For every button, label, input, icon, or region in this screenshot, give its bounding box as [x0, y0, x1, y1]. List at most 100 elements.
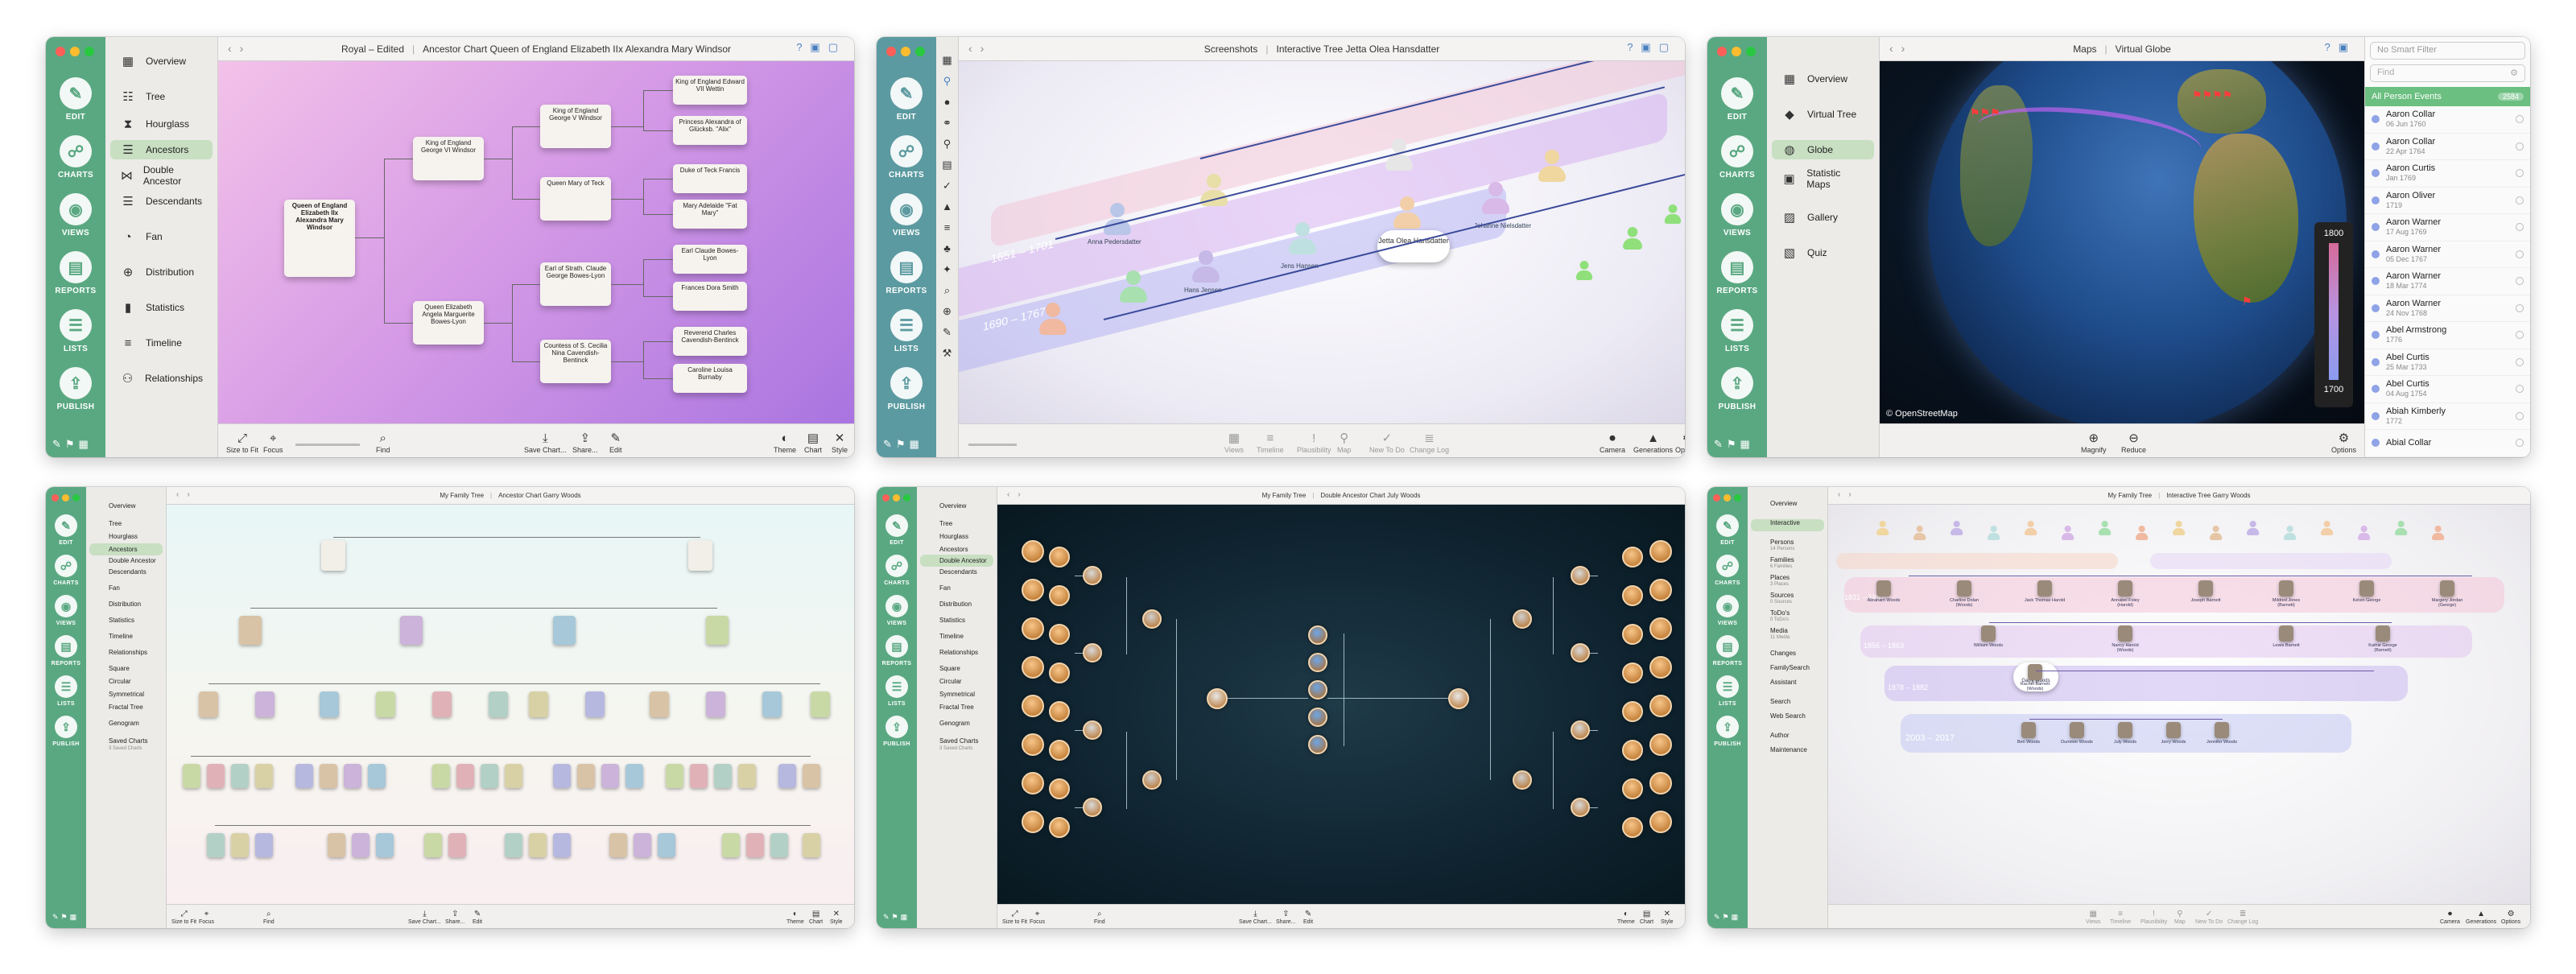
menu-item-genogram[interactable]: Genogram [89, 717, 163, 729]
change-log-button[interactable]: ≣ Change Log [1410, 431, 1449, 454]
person-card[interactable] [352, 833, 369, 857]
person-pawn[interactable] [1876, 521, 1889, 535]
chart-button[interactable]: ▤ Chart [804, 431, 822, 454]
toggle-circle-icon[interactable] [2516, 411, 2524, 420]
person-node[interactable] [1571, 643, 1590, 662]
theme-button[interactable]: ◐ Theme [1617, 910, 1635, 925]
person-list-row[interactable]: Aaron Warner 18 Mar 1774 [2365, 268, 2530, 295]
rail-views-button[interactable]: ◉ VIEWS [46, 193, 105, 237]
size-to-fit-button[interactable]: ⤢ Size to Fit [171, 910, 196, 925]
options-button[interactable]: ⚙Options [2501, 910, 2520, 925]
person-node[interactable] [1083, 643, 1102, 662]
traffic-lights[interactable] [52, 494, 80, 501]
rail-bottom-icons[interactable]: ✎⚑▦ [52, 913, 79, 922]
rail-bottom-icons[interactable]: ✎⚑▦ [52, 438, 93, 451]
person-card[interactable] [400, 616, 423, 645]
menu-item-timeline[interactable]: ≡ Timeline [110, 333, 213, 353]
menu-item-interactive[interactable]: Interactive [1751, 519, 1824, 531]
event-pin[interactable]: ⚑⚑⚑ [1970, 106, 2000, 120]
toggle-circle-icon[interactable] [2516, 303, 2524, 312]
menu-item-families[interactable]: Families 6 Families [1751, 556, 1824, 572]
menu-item-web-search[interactable]: Web Search [1751, 712, 1824, 724]
person-pawn[interactable] [1951, 521, 1963, 535]
place-icon[interactable]: ⚲ [936, 134, 958, 155]
rail-edit-button[interactable]: ✎ EDIT [877, 77, 936, 122]
views-button[interactable]: ▦ Views [1224, 431, 1244, 454]
person-card[interactable] [448, 833, 466, 857]
menu-item-sources[interactable]: Sources 0 Sources [1751, 592, 1824, 608]
rail-lists-button[interactable]: ☰ LISTS [877, 675, 917, 707]
menu-item-fractal-tree[interactable]: Fractal Tree [89, 701, 163, 713]
rail-lists-button[interactable]: ☰ LISTS [46, 309, 105, 353]
rail-views-button[interactable]: ◉ VIEWS [877, 595, 917, 626]
rail-reports-button[interactable]: ▤ REPORTS [46, 251, 105, 295]
person-node[interactable] [1207, 688, 1228, 709]
toggle-circle-icon[interactable] [2516, 357, 2524, 366]
person-card[interactable] [183, 764, 200, 788]
person-card[interactable] [666, 764, 683, 788]
toggle-circle-icon[interactable] [2516, 250, 2524, 258]
person-node[interactable] [1622, 701, 1643, 722]
timeline-button[interactable]: ≡ Timeline [2110, 910, 2131, 925]
menu-item-overview[interactable]: Overview [1751, 500, 1824, 512]
person-pawn[interactable] [2358, 526, 2371, 540]
great-grandparent-card[interactable]: Duke of Teck Francis [673, 164, 747, 193]
menu-item-hourglass[interactable]: Hourglass [920, 530, 993, 543]
person-node[interactable] [1022, 540, 1044, 563]
traffic-lights[interactable] [56, 47, 94, 56]
event-pin[interactable]: ⚑⚑⚑⚑ [2192, 89, 2232, 102]
plausibility-button[interactable]: ! Plausibility [2140, 910, 2167, 925]
great-grandparent-card[interactable]: Caroline Louisa Burnaby [673, 364, 747, 393]
gear-icon[interactable]: ⚙ [2510, 68, 2518, 79]
person-node[interactable] [1083, 798, 1102, 817]
menu-item-quiz[interactable]: ▧ Quiz [1772, 243, 1874, 262]
person-card[interactable] [231, 764, 249, 788]
menu-item-fan[interactable]: Fan [89, 582, 163, 594]
person-pawn[interactable] [1120, 270, 1147, 303]
person-card[interactable] [505, 833, 522, 857]
toggle-circle-icon[interactable] [2516, 331, 2524, 340]
size-to-fit-button[interactable]: ⤢ Size to Fit [226, 431, 258, 454]
menu-item-relationships[interactable]: Relationships [89, 646, 163, 658]
rail-publish-button[interactable]: ⇪ PUBLISH [877, 367, 936, 411]
person-node[interactable] [1049, 817, 1070, 838]
new-todo-button[interactable]: ✓ New To Do [1369, 431, 1405, 454]
person-pawn[interactable] [2247, 521, 2260, 535]
menu-item-square[interactable]: Square [920, 662, 993, 675]
menu-item-ancestors[interactable]: ☰ Ancestors [110, 140, 213, 159]
menu-item-saved-charts[interactable]: Saved Charts [89, 735, 163, 747]
person-list-row[interactable]: Abiah Kimberly 1772 [2365, 403, 2530, 430]
person-node[interactable] [1308, 708, 1327, 727]
menu-item-statistics[interactable]: ▮ Statistics [110, 298, 213, 317]
person-photo[interactable] [2215, 722, 2229, 738]
person-photo[interactable] [2118, 625, 2132, 642]
person-card[interactable] [320, 691, 339, 717]
menu-item-author[interactable]: Author [1751, 732, 1824, 744]
event-pin[interactable]: ⚑ [2242, 295, 2252, 308]
menu-item-ancestors[interactable]: Ancestors [920, 543, 993, 555]
familysearch-icon[interactable]: ♣ [936, 238, 958, 259]
menu-item-statistic-maps[interactable]: ▣ Statistic Maps [1772, 167, 1874, 190]
person-node[interactable] [1049, 740, 1070, 761]
grandparent-card[interactable]: Countess of S. Cecilia Nina Cavendish-Be… [540, 340, 611, 383]
toggle-circle-icon[interactable] [2516, 223, 2524, 232]
person-node[interactable] [1622, 585, 1643, 606]
person-list-row[interactable]: Aaron Warner 17 Aug 1769 [2365, 214, 2530, 241]
menu-item-fan[interactable]: ◔ Fan [110, 227, 213, 246]
rail-publish-button[interactable]: ⇪ PUBLISH [877, 716, 917, 747]
rail-publish-button[interactable]: ⇪ PUBLISH [1707, 367, 1767, 411]
toggle-circle-icon[interactable] [2516, 277, 2524, 286]
person-pawn[interactable] [1664, 204, 1682, 224]
person-photo[interactable] [1957, 580, 1971, 596]
person-card[interactable] [650, 691, 669, 717]
person-card[interactable] [239, 616, 262, 645]
person-pawn[interactable] [2025, 521, 2037, 535]
person-card[interactable] [778, 764, 796, 788]
person-pawn[interactable] [2395, 521, 2408, 535]
person-card[interactable] [803, 764, 820, 788]
person-node[interactable] [1022, 617, 1044, 640]
menu-item-changes[interactable]: Changes [1751, 650, 1824, 662]
grid-icon[interactable]: ▦ [936, 50, 958, 71]
nav-back-forward[interactable]: ‹› [1007, 490, 1029, 499]
rail-bottom-icons[interactable]: ✎⚑▦ [883, 913, 910, 922]
